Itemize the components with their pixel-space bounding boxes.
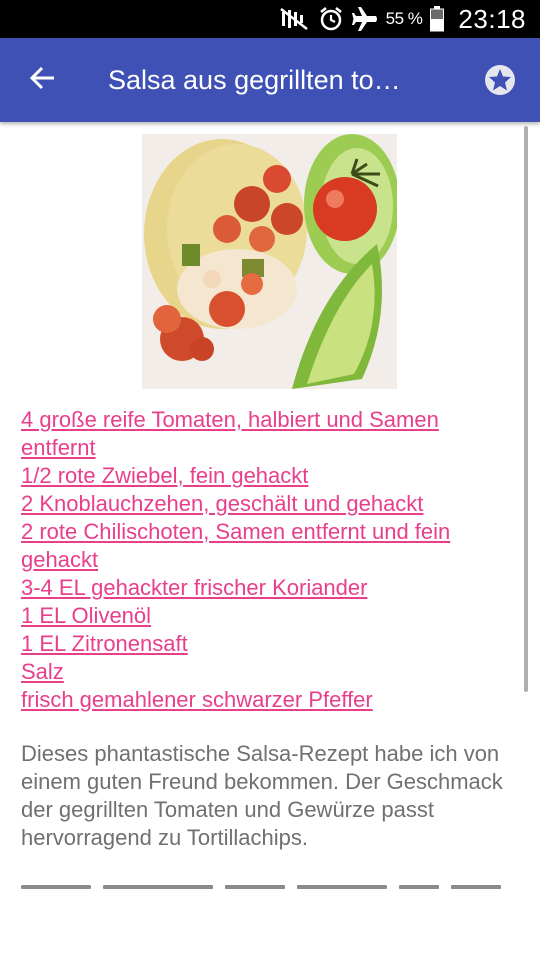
star-icon [484,65,516,100]
ingredient-list: 4 große reife Tomaten, halbiert und Same… [21,406,511,714]
clock: 23:18 [458,3,526,34]
ingredient-link[interactable]: 4 große reife Tomaten, halbiert und Same… [21,406,511,462]
salsa-photo [142,134,397,389]
page-title: Salsa aus gegrillten to… [108,64,401,95]
alarm-icon [318,6,344,32]
recipe-description: Dieses phantastische Salsa-Rezept habe i… [21,741,503,850]
airplane-mode-icon [351,6,378,32]
ingredient-link[interactable]: 2 rote Chilischoten, Samen entfernt und … [21,518,511,574]
ingredient-link[interactable]: frisch gemahlener schwarzer Pfeffer [21,686,511,714]
battery-percent: 55 % [385,9,423,28]
ingredient-link[interactable]: 1/2 rote Zwiebel, fein gehackt [21,462,511,490]
battery-icon [430,6,445,32]
ingredient-link[interactable]: Salz [21,658,511,686]
status-bar: 55 % 23:18 [0,0,540,38]
app-bar: Salsa aus gegrillten to… [0,38,540,122]
back-button[interactable] [0,38,84,122]
scrollbar[interactable] [524,126,528,692]
arrow-back-icon [29,66,55,95]
favorite-button[interactable] [484,64,516,96]
ingredient-link[interactable]: 3-4 EL gehackter frischer Koriander [21,574,511,602]
ingredient-link[interactable]: 1 EL Olivenöl [21,602,511,630]
ingredient-link[interactable]: 2 Knoblauchzehen, geschält und gehackt [21,490,511,518]
mute-icon [279,7,310,31]
cut-off-text [21,876,516,890]
ingredient-link[interactable]: 1 EL Zitronensaft [21,630,511,658]
recipe-content[interactable]: 4 große reife Tomaten, halbiert und Same… [0,122,540,960]
